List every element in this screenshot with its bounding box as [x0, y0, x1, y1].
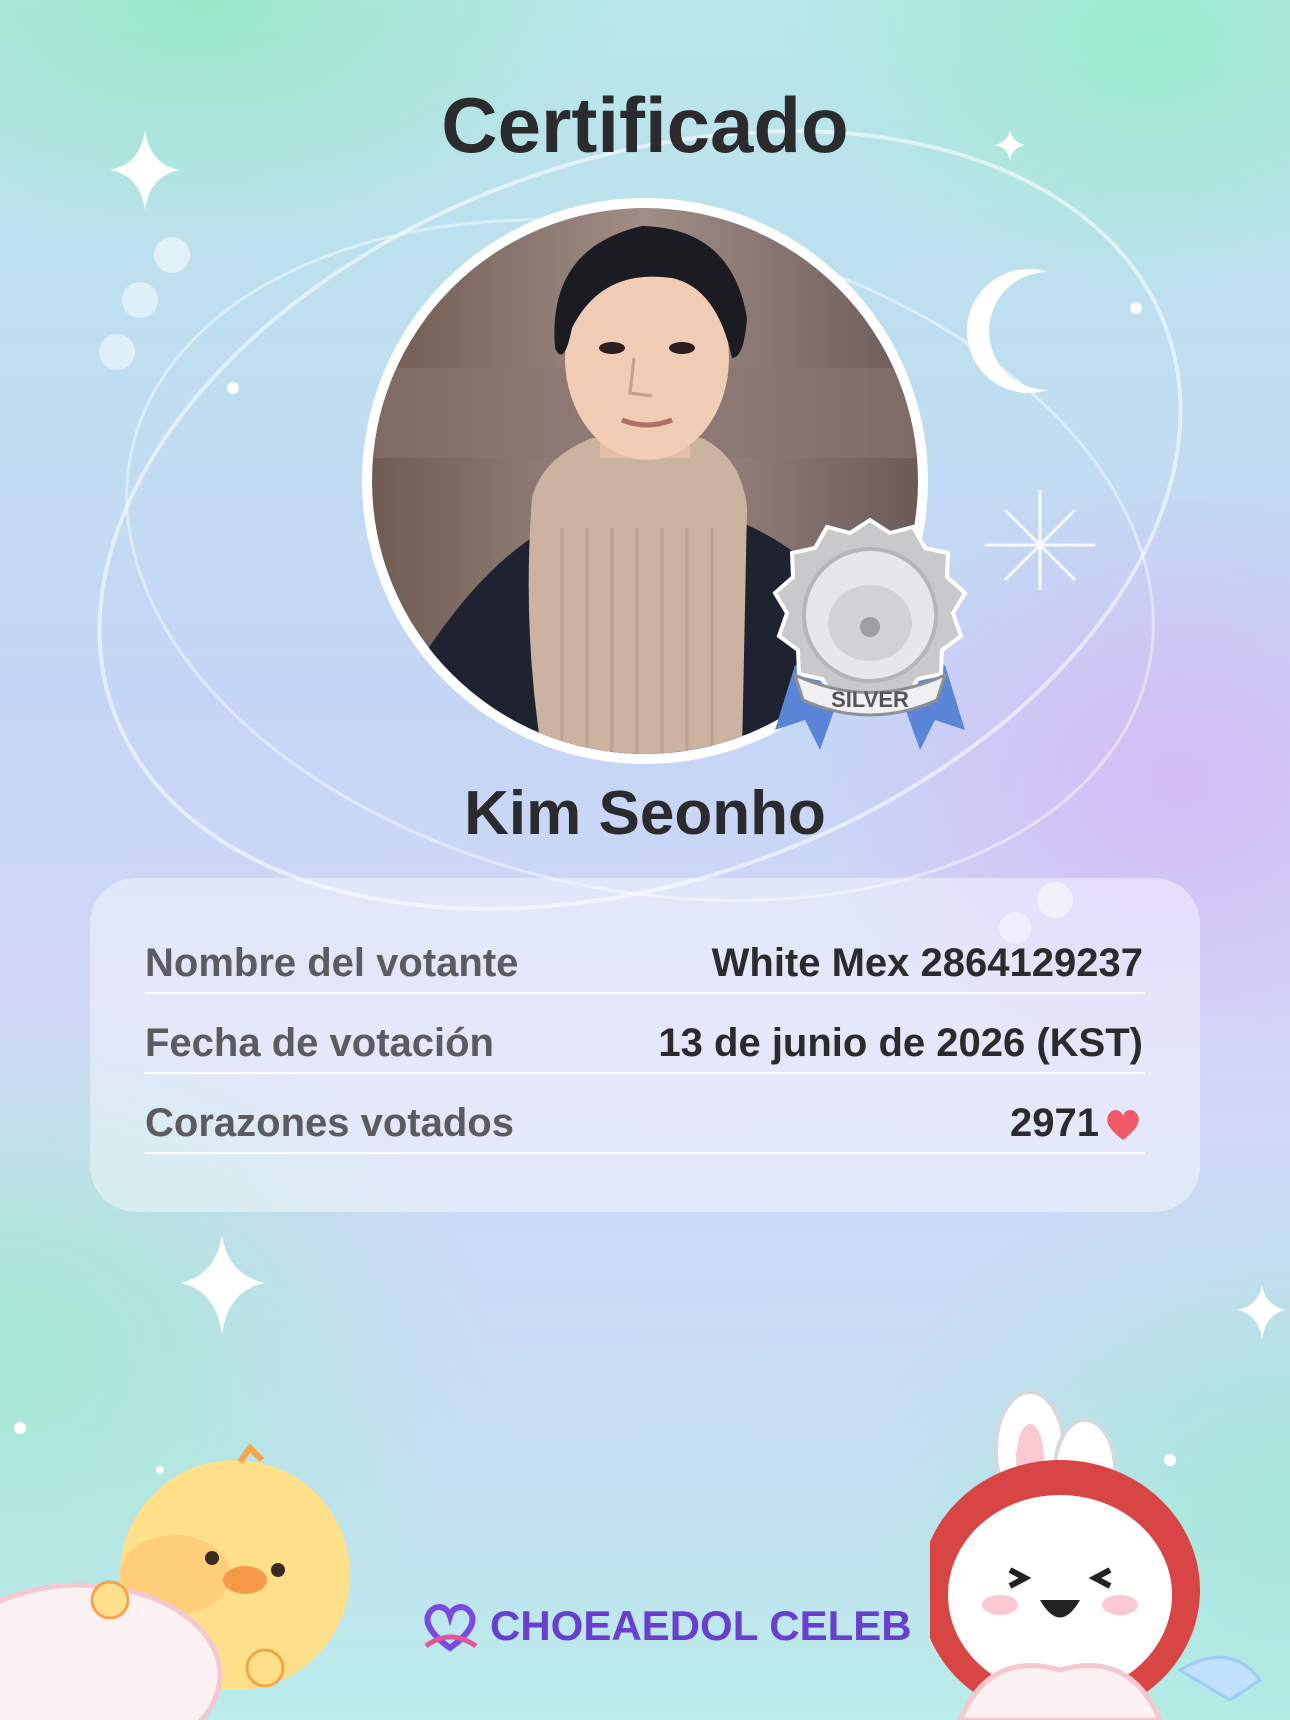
silver-medal-icon: SILVER — [772, 517, 968, 750]
certificate-title: Certificado — [441, 81, 849, 169]
chick-mascot — [0, 1443, 350, 1720]
heart-icon — [1107, 1109, 1139, 1140]
detail-label: Corazones votados — [145, 1101, 514, 1145]
detail-label: Nombre del votante — [145, 941, 519, 985]
detail-row-hearts: Corazones votados 2971 — [145, 1092, 1145, 1154]
hearts-count: 2971 — [1010, 1101, 1099, 1145]
detail-value: 13 de junio de 2026 (KST) — [658, 1021, 1143, 1065]
detail-row-date: Fecha de votación 13 de junio de 2026 (K… — [145, 1012, 1145, 1074]
medal-tier-label: SILVER — [831, 687, 909, 712]
brand-logo: CHOEAEDOL CELEB — [420, 1596, 912, 1656]
detail-value-wrap: 2971 — [1010, 1101, 1143, 1146]
bunny-mascot — [930, 1390, 1263, 1720]
detail-label: Fecha de votación — [145, 1021, 494, 1065]
detail-value: White Mex 2864129237 — [711, 941, 1143, 985]
brand-heart-logo-icon — [424, 1604, 478, 1652]
detail-row-voter: Nombre del votante White Mex 2864129237 — [145, 932, 1145, 994]
brand-name: CHOEAEDOL CELEB — [490, 1602, 912, 1649]
celebrity-name: Kim Seonho — [464, 779, 826, 848]
